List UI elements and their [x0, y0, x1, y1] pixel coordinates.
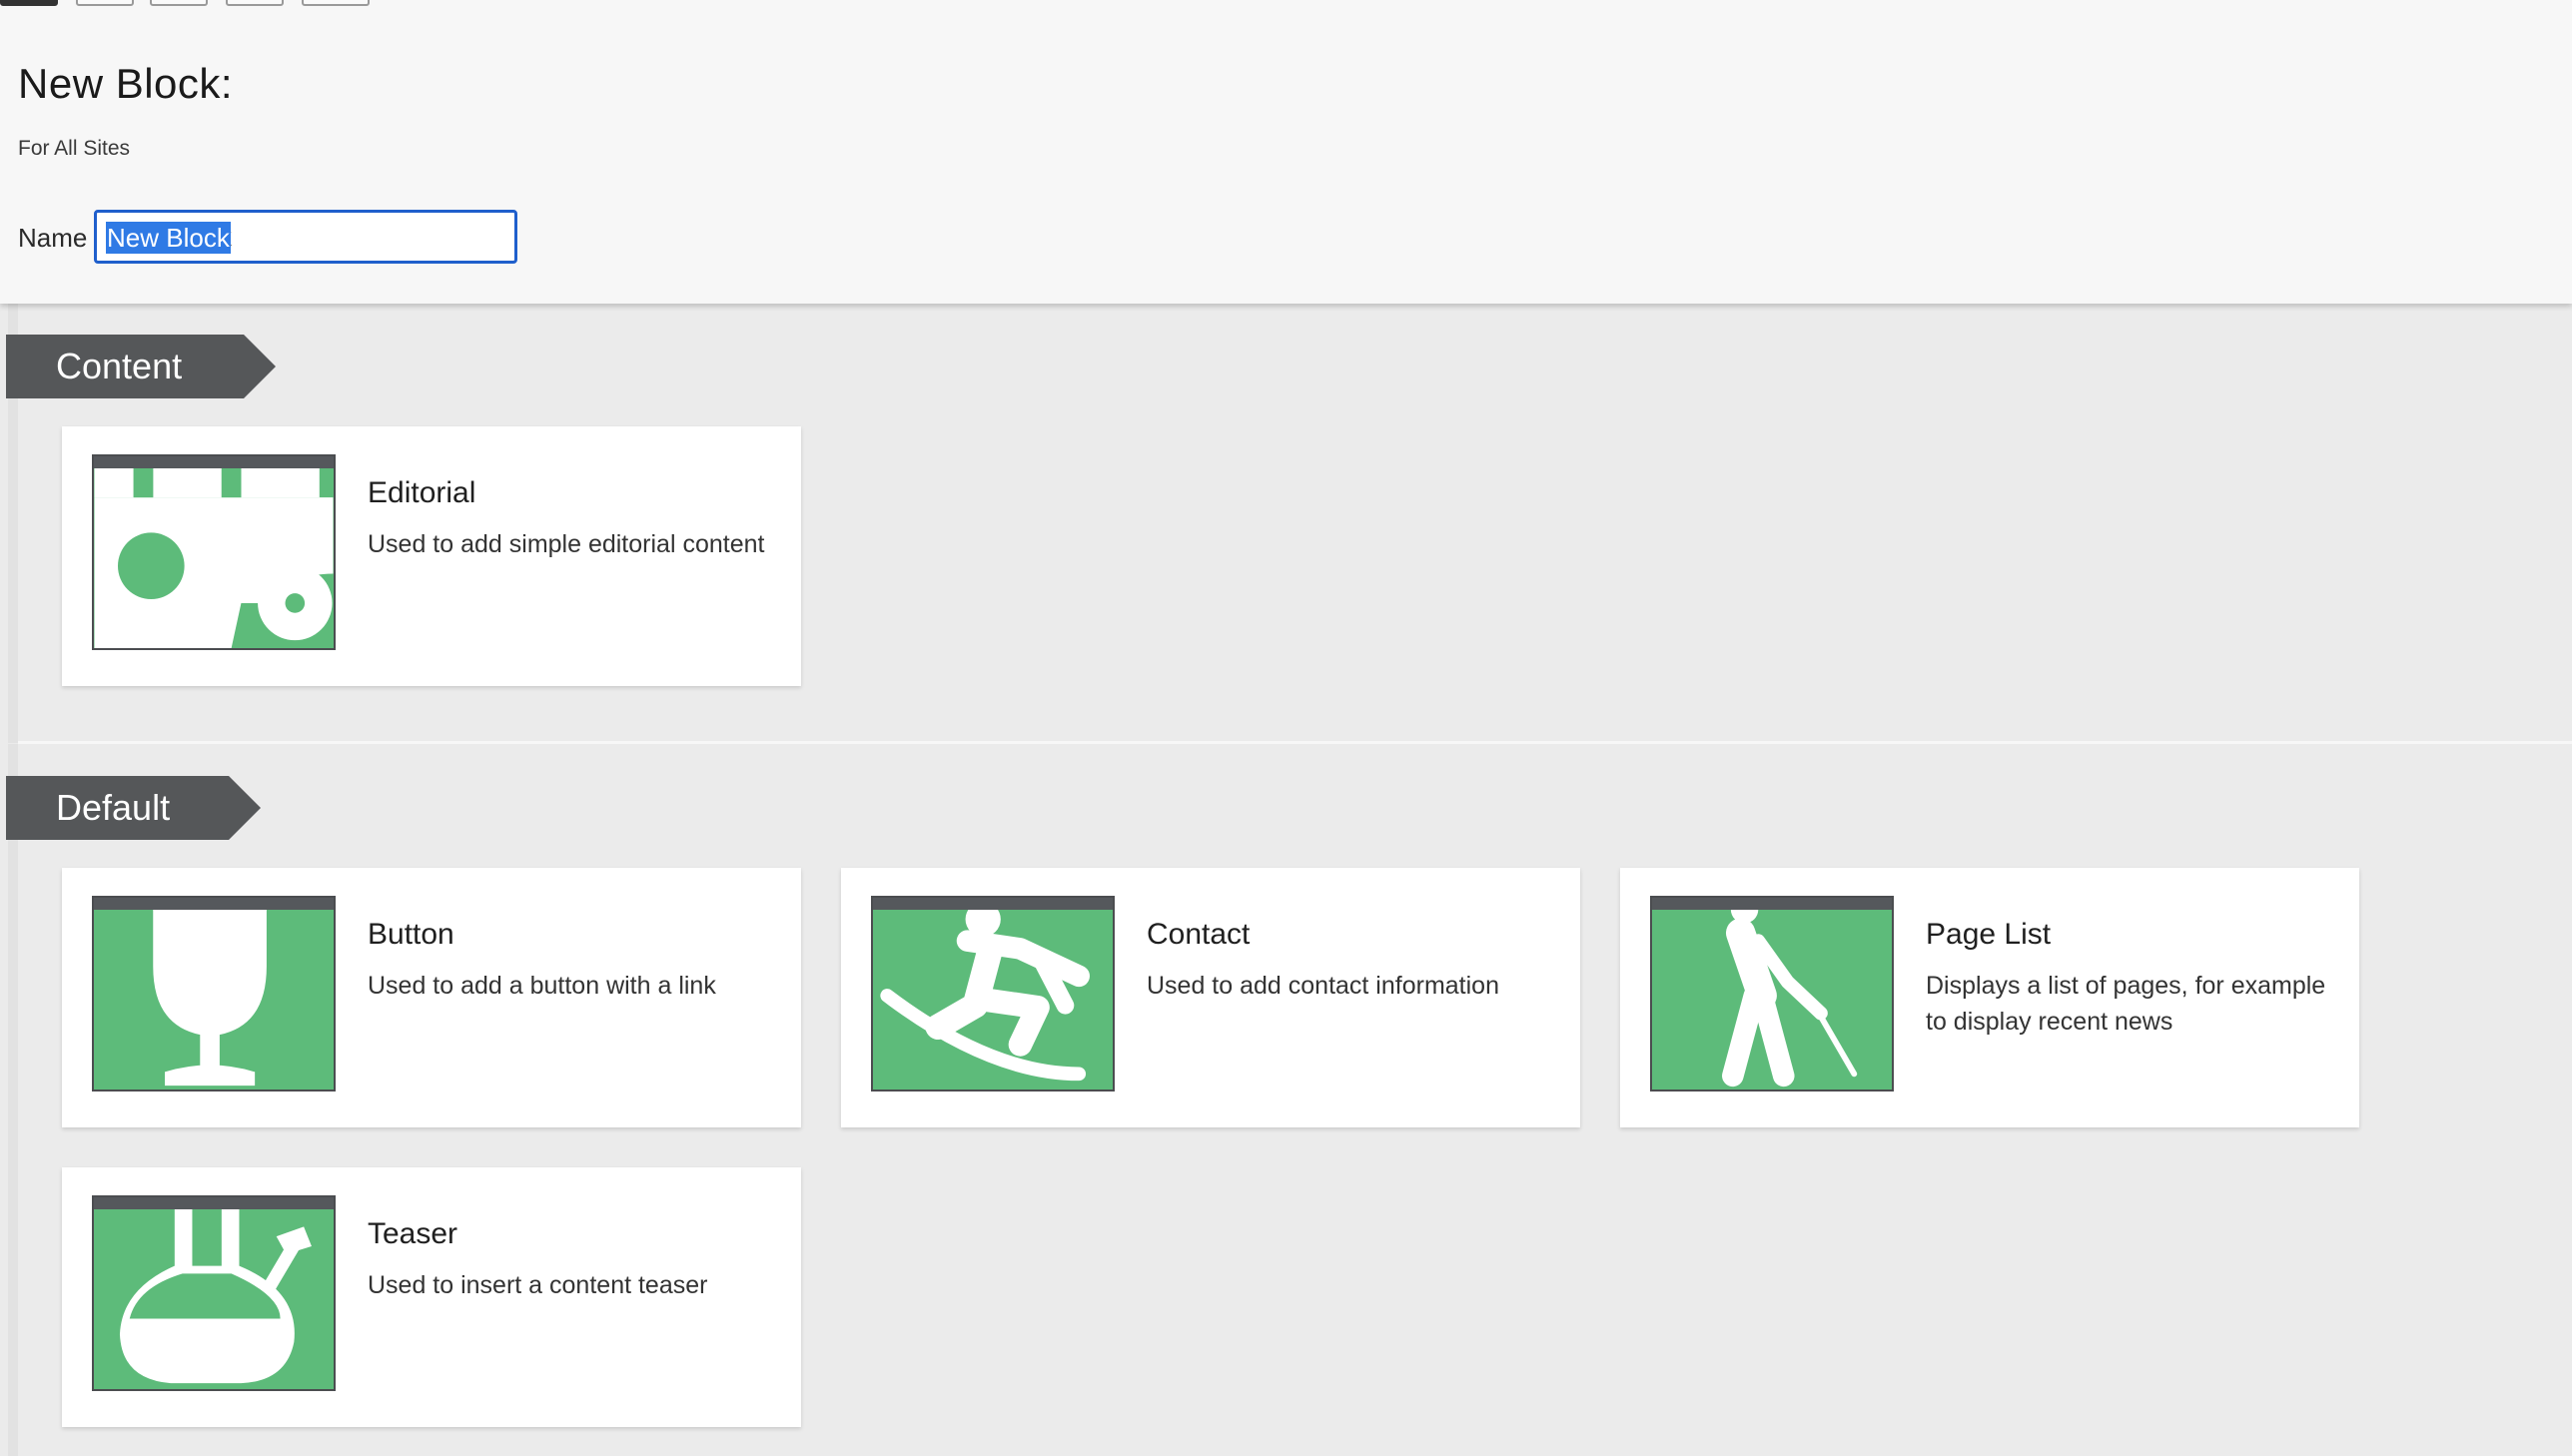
block-description: Used to insert a content teaser [368, 1271, 708, 1299]
toolbar-button[interactable] [226, 0, 284, 6]
block-card-contact[interactable]: Contact Used to add contact information [841, 868, 1580, 1127]
snowboarder-icon [871, 896, 1115, 1092]
snowboarder-icon [880, 901, 1090, 1082]
wine-glass-icon [92, 896, 336, 1092]
bong-icon [119, 1208, 312, 1384]
tractor-icon [92, 454, 336, 650]
toolbar-button[interactable] [302, 0, 370, 6]
page-title: New Block: [18, 60, 234, 107]
name-input-selection: New Block [106, 222, 231, 254]
block-card-button[interactable]: Button Used to add a button with a link [62, 868, 801, 1127]
block-title: Editorial [368, 476, 476, 509]
block-card-teaser[interactable]: Teaser Used to insert a content teaser [62, 1167, 801, 1427]
toolbar-button[interactable] [0, 0, 58, 6]
bong-icon [92, 1195, 336, 1391]
section-tag-content: Content [6, 335, 276, 398]
block-title: Teaser [368, 1217, 458, 1250]
block-description: Used to add a button with a link [368, 972, 716, 1000]
wine-glass-icon [153, 909, 267, 1087]
section-tag-default: Default [6, 776, 261, 840]
section-rail [8, 744, 18, 1456]
name-label: Name [18, 223, 88, 253]
toolbar-button[interactable] [150, 0, 208, 6]
section-divider [18, 741, 2572, 744]
block-description: Used to add simple editorial content [368, 530, 765, 558]
block-card-page-list[interactable]: Page List Displays a list of pages, for … [1620, 868, 2359, 1127]
block-title: Contact [1147, 918, 1251, 951]
tractor-icon [94, 467, 334, 648]
block-title: Button [368, 918, 454, 951]
blind-person-icon [1650, 896, 1894, 1092]
blind-person-icon [1722, 898, 1858, 1088]
site-scope-label: For All Sites [18, 137, 131, 160]
block-card-editorial[interactable]: Editorial Used to add simple editorial c… [62, 426, 801, 686]
block-title: Page List [1926, 918, 2052, 951]
block-description: Used to add contact information [1147, 972, 1499, 1000]
block-header: New Block: For All Sites Name New Block [0, 0, 2572, 304]
block-description: Displays a list of pages, for example to… [1926, 972, 2326, 1036]
toolbar-button[interactable] [76, 0, 134, 6]
